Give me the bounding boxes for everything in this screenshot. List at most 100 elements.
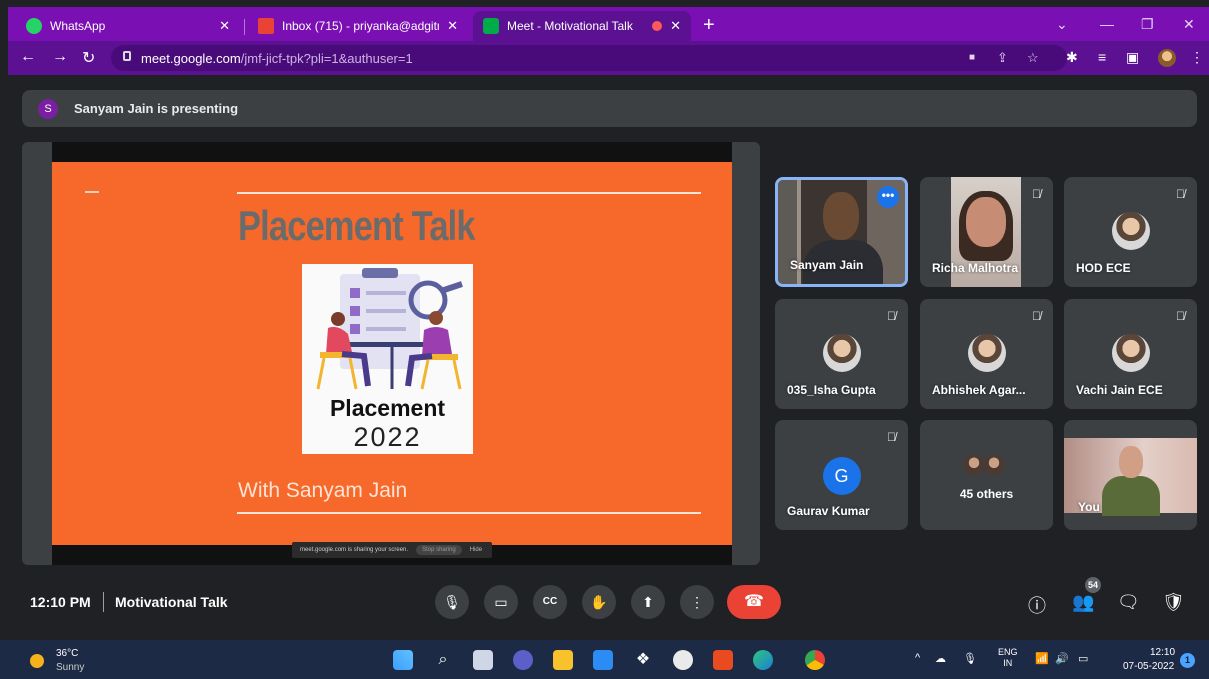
- stop-sharing-button[interactable]: Stop sharing: [416, 545, 462, 555]
- recording-icon: [652, 21, 663, 31]
- participant-avatar: [967, 334, 1006, 372]
- host-controls-icon[interactable]: 🛡: [1162, 592, 1185, 613]
- meeting-info-icon[interactable]: ⓘ: [1028, 592, 1046, 618]
- menu-icon[interactable]: ⋮: [1190, 49, 1204, 66]
- mic-button[interactable]: 🎙: [435, 585, 469, 619]
- present-button[interactable]: ⬆: [631, 585, 665, 619]
- slide-bottom-line: [237, 512, 701, 514]
- mic-icon: 🎙: [443, 594, 461, 610]
- forward-icon[interactable]: →: [52, 48, 68, 66]
- meeting-name: Motivational Talk: [115, 594, 228, 610]
- camera-button[interactable]: ▭: [484, 585, 518, 619]
- tab-gmail[interactable]: Inbox (715) - priyanka@adgitmdel ✕: [248, 11, 468, 41]
- microphone-tray-icon[interactable]: 🎙: [963, 652, 977, 665]
- extensions-icon[interactable]: ✱: [1066, 49, 1078, 66]
- mic-off-icon: 🎙̸: [887, 309, 896, 323]
- tab-whatsapp[interactable]: WhatsApp ✕: [16, 11, 240, 41]
- dropbox-icon[interactable]: ❖: [633, 650, 653, 670]
- participant-tile-you[interactable]: You: [1064, 420, 1197, 530]
- clock-date[interactable]: 07-05-2022: [1123, 661, 1174, 672]
- slide-subtitle: With Sanyam Jain: [238, 479, 408, 502]
- mail-icon[interactable]: [593, 650, 613, 670]
- participant-avatar: [982, 453, 1006, 477]
- participant-tile-sanyam-jain[interactable]: ••• Sanyam Jain: [775, 177, 908, 287]
- tab-divider: [244, 19, 245, 35]
- participant-tile-hod-ece[interactable]: 🎙̸ HOD ECE: [1064, 177, 1197, 287]
- participant-tile-vachi-jain[interactable]: 🎙̸ Vachi Jain ECE: [1064, 299, 1197, 409]
- battery-icon[interactable]: ▭: [1078, 652, 1088, 665]
- show-hidden-icons[interactable]: ^: [915, 652, 920, 664]
- reload-icon[interactable]: ↻: [82, 48, 95, 68]
- profile-avatar[interactable]: [1158, 49, 1176, 67]
- participant-avatar: [1111, 212, 1150, 250]
- weather-temperature[interactable]: 36°C: [56, 648, 78, 659]
- app-icon[interactable]: [673, 650, 693, 670]
- url-text: meet.google.com/jmf-jicf-tpk?pli=1&authu…: [141, 51, 413, 66]
- end-call-icon: ☎: [744, 593, 764, 610]
- sun-icon[interactable]: [30, 654, 44, 668]
- tab-meet[interactable]: Meet - Motivational Talk ✕: [473, 11, 691, 41]
- participant-tile-isha-gupta[interactable]: 🎙̸ 035_Isha Gupta: [775, 299, 908, 409]
- task-view-icon[interactable]: [473, 650, 493, 670]
- hide-button[interactable]: Hide: [470, 547, 482, 553]
- teams-chat-icon[interactable]: [513, 650, 533, 670]
- wifi-icon[interactable]: 📶: [1035, 652, 1049, 665]
- captions-button[interactable]: CC: [533, 585, 567, 619]
- camera-in-use-icon[interactable]: ■: [969, 52, 975, 63]
- slide-image-year: 2022: [353, 422, 422, 452]
- tab-title: Inbox (715) - priyanka@adgitmdel: [282, 19, 439, 33]
- new-tab-button[interactable]: +: [703, 15, 715, 35]
- slide-top-line: [237, 192, 701, 194]
- screen: WhatsApp ✕ Inbox (715) - priyanka@adgitm…: [0, 0, 1209, 679]
- start-icon[interactable]: [393, 650, 413, 670]
- participant-tile-others[interactable]: 45 others: [920, 420, 1053, 530]
- share-icon[interactable]: ⇪: [997, 50, 1008, 66]
- participant-tile-abhishek[interactable]: 🎙̸ Abhishek Agar...: [920, 299, 1053, 409]
- close-icon[interactable]: ✕: [219, 18, 230, 34]
- participant-tile-gaurav-kumar[interactable]: 🎙̸ G Gaurav Kumar: [775, 420, 908, 530]
- share-notice-text: meet.google.com is sharing your screen.: [300, 547, 409, 553]
- placement-illustration: Placement 2022: [302, 264, 473, 454]
- notification-badge[interactable]: 1: [1180, 653, 1195, 668]
- chrome-icon[interactable]: [805, 650, 825, 670]
- interview-illustration: [316, 268, 463, 390]
- language-indicator[interactable]: ENG IN: [998, 647, 1018, 669]
- participant-avatar: [822, 334, 861, 372]
- address-bar[interactable]: meet.google.com/jmf-jicf-tpk?pli=1&authu…: [111, 45, 1067, 71]
- onedrive-icon[interactable]: ☁: [935, 652, 946, 665]
- tab-search-icon[interactable]: ⌄: [1056, 16, 1068, 33]
- file-explorer-icon[interactable]: [553, 650, 573, 670]
- screen-share-notification: meet.google.com is sharing your screen. …: [292, 542, 492, 558]
- office-icon[interactable]: [713, 650, 733, 670]
- lock-icon: [123, 51, 131, 61]
- more-options-button[interactable]: ⋮: [680, 585, 714, 619]
- bookmark-star-icon[interactable]: ☆: [1027, 50, 1039, 66]
- chat-icon[interactable]: 🗨: [1117, 592, 1140, 613]
- participant-name: Vachi Jain ECE: [1076, 383, 1163, 397]
- volume-icon[interactable]: 🔊: [1055, 652, 1069, 665]
- raise-hand-button[interactable]: ✋: [582, 585, 616, 619]
- weather-condition[interactable]: Sunny: [56, 662, 84, 673]
- clock-time[interactable]: 12:10: [1150, 647, 1175, 658]
- slide-dash: [85, 191, 99, 193]
- close-icon[interactable]: ✕: [447, 18, 458, 34]
- minimize-icon[interactable]: —: [1100, 16, 1114, 32]
- url-path: /jmf-jicf-tpk?pli=1&authuser=1: [240, 51, 413, 66]
- reading-list-icon[interactable]: ≡: [1098, 49, 1106, 65]
- leave-call-button[interactable]: ☎: [727, 585, 781, 619]
- search-icon[interactable]: ⌕: [433, 650, 453, 670]
- participant-tile-richa-malhotra[interactable]: 🎙̸ Richa Malhotra: [920, 177, 1053, 287]
- window-close-icon[interactable]: ✕: [1183, 16, 1195, 33]
- raise-hand-icon: ✋: [590, 594, 608, 610]
- people-icon[interactable]: 👥: [1072, 592, 1094, 613]
- participant-name: Abhishek Agar...: [932, 383, 1026, 397]
- back-icon[interactable]: ←: [20, 48, 36, 66]
- edge-icon[interactable]: [753, 650, 773, 670]
- restore-icon[interactable]: ❐: [1141, 16, 1154, 33]
- close-icon[interactable]: ✕: [670, 18, 681, 34]
- presenting-banner: S Sanyam Jain is presenting: [22, 90, 1197, 127]
- whatsapp-icon: [26, 18, 42, 34]
- more-options-icon[interactable]: •••: [877, 186, 899, 208]
- url-domain: meet.google.com: [141, 51, 241, 66]
- side-panel-icon[interactable]: ▣: [1126, 49, 1139, 66]
